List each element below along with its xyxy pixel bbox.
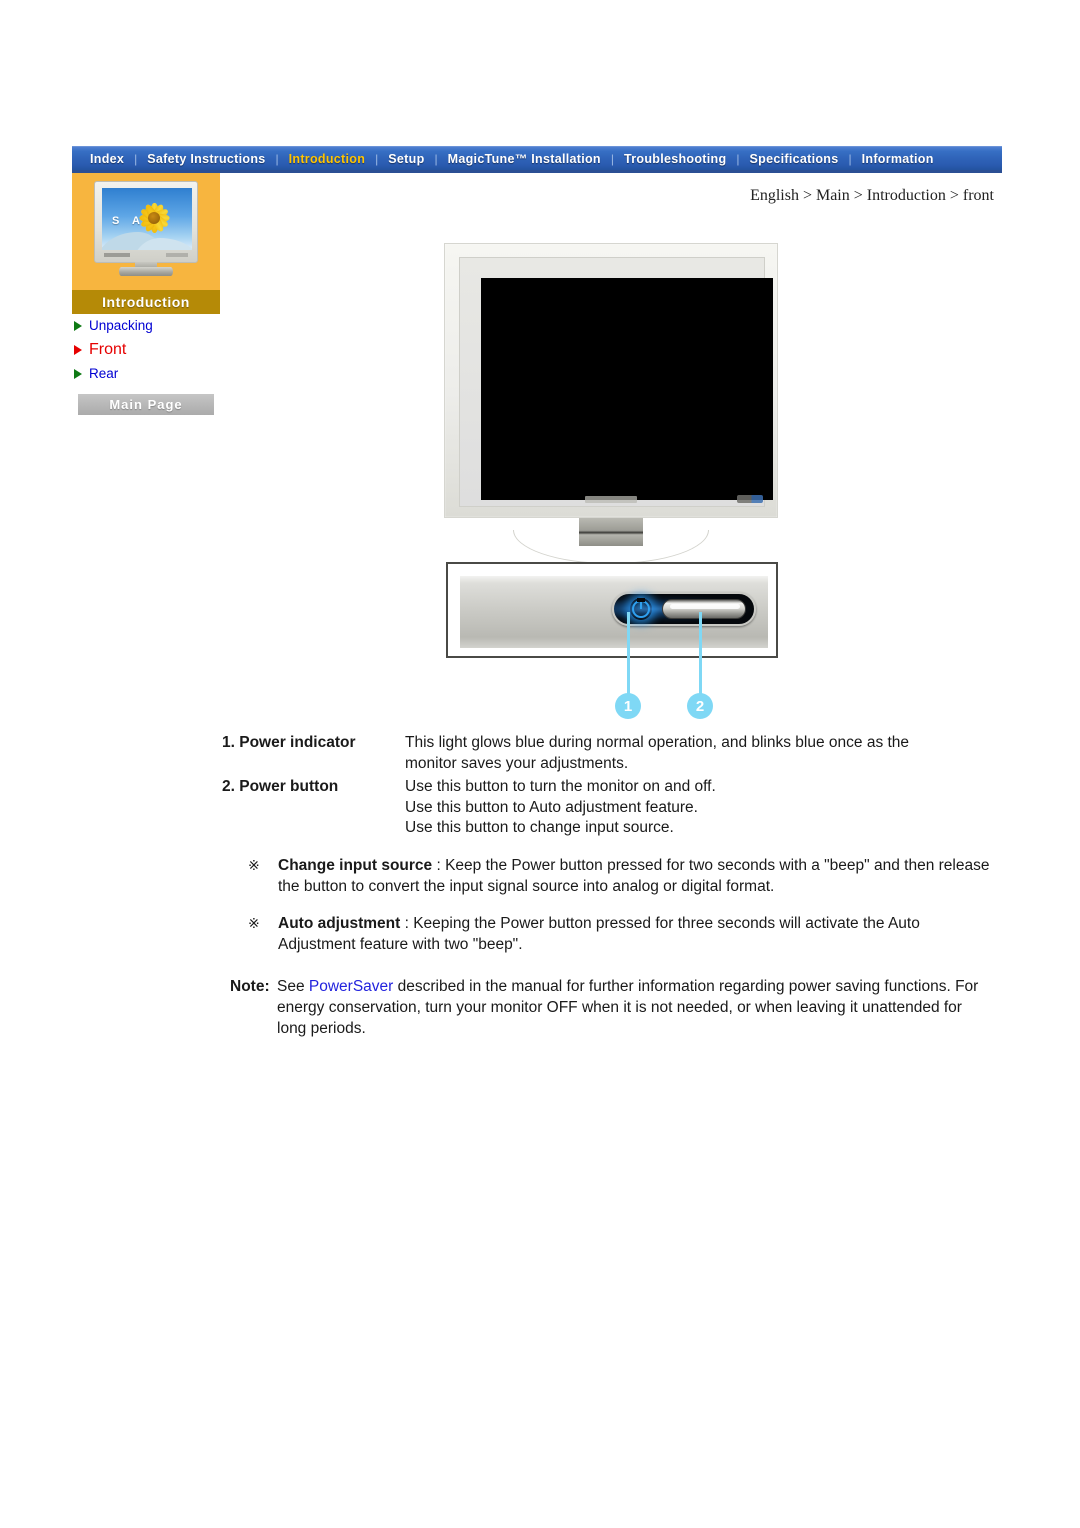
note-auto-adjustment: ※ Auto adjustment : Keeping the Power bu… (222, 914, 992, 955)
definition-line: monitor saves your adjustments. (405, 754, 629, 772)
sidebar-item-front[interactable]: Front (74, 341, 126, 359)
nav-item-safety-instructions[interactable]: Safety Instructions (137, 147, 275, 171)
power-indicator-icon (630, 598, 652, 620)
definition-line: Use this button to Auto adjustment featu… (405, 798, 698, 816)
reference-mark-icon: ※ (248, 915, 260, 932)
sidebar-item-unpacking[interactable]: Unpacking (74, 318, 153, 333)
callout-badge-2: 2 (687, 693, 713, 719)
control-panel-closeup (446, 562, 778, 658)
sidebar-item-rear[interactable]: Rear (74, 366, 118, 381)
note-text-before: See (277, 978, 309, 996)
monitor-stand-neck (579, 518, 643, 546)
sidebar-section-title: Introduction (72, 290, 220, 314)
triangle-bullet-icon (74, 320, 82, 331)
nav-item-information[interactable]: Information (852, 147, 944, 171)
power-control-pod (612, 592, 756, 626)
definition-line: Use this button to turn the monitor on a… (405, 778, 716, 796)
callout-badge-1: 1 (615, 693, 641, 719)
nav-item-setup[interactable]: Setup (378, 147, 434, 171)
note-title: Auto adjustment (278, 915, 401, 933)
reference-mark-icon: ※ (248, 857, 260, 874)
definition-description: This light glows blue during normal oper… (405, 733, 992, 774)
monitor-front-photo (444, 243, 778, 564)
definition-line: Use this button to change input source. (405, 819, 674, 837)
callout-leader-line-1 (627, 612, 630, 696)
power-button[interactable] (662, 599, 746, 619)
nav-item-introduction[interactable]: Introduction (279, 147, 376, 171)
definition-term: 2. Power button (222, 778, 339, 796)
sidebar-item-label: Rear (89, 366, 119, 381)
thumbnail-stand-base (119, 267, 173, 276)
nav-item-index[interactable]: Index (80, 147, 134, 171)
breadcrumb: English > Main > Introduction > front (750, 187, 994, 204)
definition-term: 1. Power indicator (222, 734, 356, 751)
sunflower-center (148, 212, 160, 224)
monitor-brand-logo (585, 496, 637, 503)
nav-item-magictune-installation[interactable]: MagicTune™ Installation (438, 147, 611, 171)
definition-row-power-indicator: 1. Power indicator This light glows blue… (222, 733, 992, 774)
content-text-block: 1. Power indicator This light glows blue… (222, 733, 992, 1039)
note-body: Change input source : Keep the Power but… (278, 856, 992, 897)
closeup-bezel-strip (460, 576, 768, 648)
thumbnail-brand-left (104, 253, 130, 257)
note-title: Change input source (278, 857, 433, 875)
nav-item-troubleshooting[interactable]: Troubleshooting (614, 147, 736, 171)
main-navigation-bar[interactable]: Index | Safety Instructions | Introduction | S… (72, 146, 1002, 170)
monitor-screen (481, 278, 773, 500)
definition-row-power-button: 2. Power button Use this button to turn … (222, 777, 992, 839)
note-change-input-source: ※ Change input source : Keep the Power b… (222, 856, 992, 897)
note-body: Auto adjustment : Keeping the Power butt… (278, 914, 992, 955)
definition-line: This light glows blue during normal oper… (405, 734, 910, 751)
power-glyph-gap (637, 598, 645, 602)
note-label: Note: (230, 978, 270, 996)
monitor-inner-bezel (459, 257, 773, 507)
main-page-button[interactable]: Main Page (78, 394, 214, 415)
note-text: See PowerSaver described in the manual f… (277, 977, 992, 1039)
powersaver-note: Note: See PowerSaver described in the ma… (222, 977, 992, 1039)
monitor-outer-bezel (444, 243, 778, 518)
thumbnail-brand-right (166, 253, 188, 257)
monitor-control-panel-marker (737, 495, 763, 503)
definition-description: Use this button to turn the monitor on a… (405, 777, 992, 839)
callout-leader-line-2 (699, 612, 702, 696)
powersaver-link[interactable]: PowerSaver (309, 978, 393, 995)
nav-item-specifications[interactable]: Specifications (740, 147, 849, 171)
sidebar-item-label: Front (89, 341, 127, 358)
triangle-bullet-icon (74, 345, 82, 355)
triangle-bullet-icon (74, 368, 82, 379)
sidebar-item-label: Unpacking (89, 318, 153, 333)
